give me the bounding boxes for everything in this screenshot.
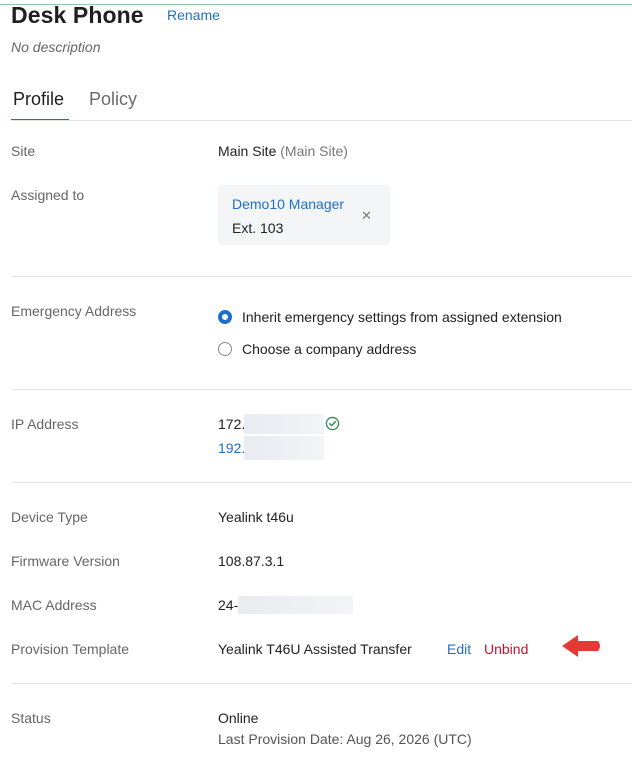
section-divider [11, 683, 632, 684]
edit-template-link[interactable]: Edit [447, 641, 471, 657]
assigned-user-link[interactable]: Demo10 Manager [232, 196, 344, 212]
assigned-extension: Ext. 103 [232, 220, 284, 236]
provision-template-value: Yealink T46U Assisted Transfer [218, 641, 412, 657]
annotation-arrow-icon [562, 635, 600, 657]
redacted-ip-2 [244, 436, 324, 460]
radio-company-address[interactable]: Choose a company address [218, 341, 448, 360]
unbind-template-link[interactable]: Unbind [484, 641, 528, 657]
firmware-version-value: 108.87.3.1 [218, 553, 285, 569]
mac-address-value: 24- [218, 597, 239, 613]
ip-address-2-link[interactable]: 192. [218, 440, 245, 456]
mac-address-label: MAC Address [11, 597, 97, 613]
section-divider [11, 482, 632, 483]
device-type-label: Device Type [11, 509, 88, 525]
radio-company-label: Choose a company address [242, 341, 417, 357]
tab-policy[interactable]: Policy [89, 89, 137, 117]
provision-template-label: Provision Template [11, 641, 130, 657]
rename-link[interactable]: Rename [167, 7, 220, 23]
site-value: Main Site (Main Site) [218, 143, 348, 159]
close-icon[interactable]: ✕ [361, 208, 372, 224]
tabs-divider [11, 120, 632, 121]
redacted-mac [238, 596, 353, 614]
redacted-ip-1 [244, 414, 324, 434]
last-provision-date: Last Provision Date: Aug 26, 2026 (UTC) [218, 731, 472, 747]
radio-inherit-emergency[interactable]: Inherit emergency settings from assigned… [218, 309, 608, 328]
site-name: Main Site [218, 143, 277, 159]
section-divider [11, 276, 632, 277]
device-description: No description [11, 39, 101, 55]
assigned-to-label: Assigned to [11, 187, 85, 203]
radio-unselected-icon[interactable] [218, 342, 232, 356]
device-type-value: Yealink t46u [218, 509, 294, 525]
emergency-address-label: Emergency Address [11, 303, 137, 319]
page-title: Desk Phone [11, 2, 144, 28]
site-label: Site [11, 143, 36, 159]
ip-address-1: 172. [218, 416, 246, 432]
tab-profile[interactable]: Profile [13, 89, 64, 117]
status-label: Status [11, 710, 51, 726]
ip-address-label: IP Address [11, 416, 79, 432]
check-circle-icon [325, 416, 340, 431]
section-divider [11, 389, 632, 390]
assigned-user-card: Demo10 Manager Ext. 103 ✕ [218, 185, 390, 245]
device-profile-page: Desk Phone Rename No description Profile… [0, 0, 632, 767]
radio-inherit-label: Inherit emergency settings from assigned… [242, 309, 562, 325]
site-secondary: (Main Site) [280, 143, 348, 159]
firmware-version-label: Firmware Version [11, 553, 120, 569]
radio-selected-icon[interactable] [218, 310, 232, 324]
status-value: Online [218, 710, 259, 726]
